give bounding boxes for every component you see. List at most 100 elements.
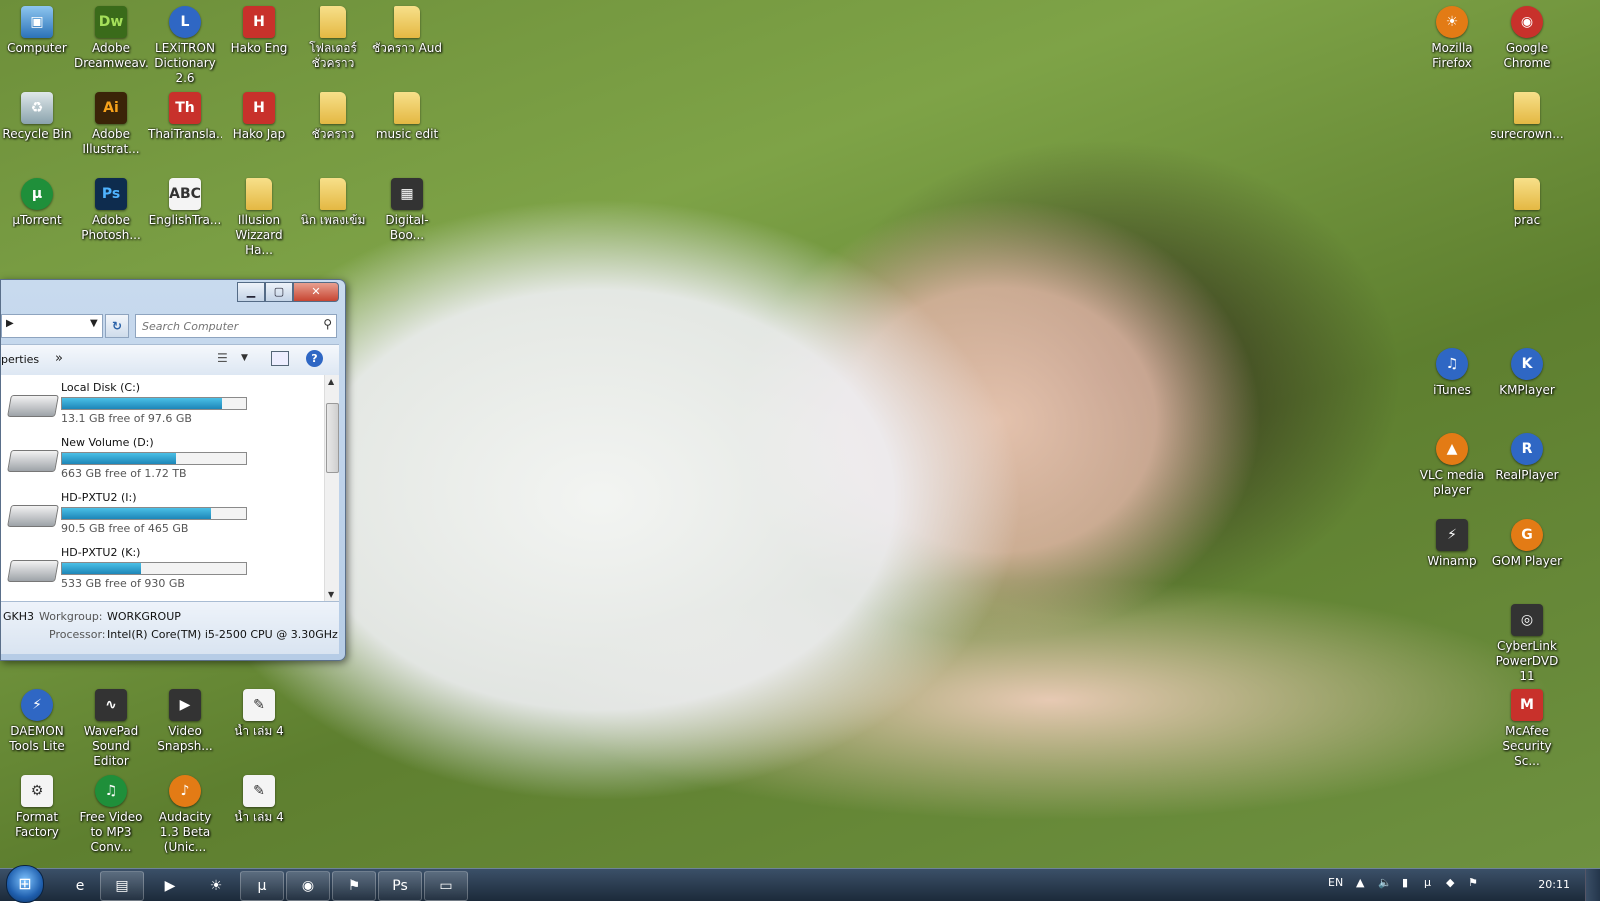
- preview-pane-icon[interactable]: [271, 351, 289, 366]
- clock[interactable]: 20:11: [1538, 878, 1570, 891]
- scrollbar-thumb[interactable]: [326, 403, 339, 473]
- language-app-icon[interactable]: ⚑: [332, 871, 376, 901]
- drive-usage-fill: [62, 453, 177, 464]
- maximize-button[interactable]: ▢: [265, 282, 293, 302]
- photoshop-icon[interactable]: Ps: [378, 871, 422, 901]
- chevron-down-icon[interactable]: ▼: [241, 353, 248, 363]
- app-tray-icon[interactable]: ◆: [1446, 876, 1454, 889]
- volume-icon[interactable]: 🔈: [1378, 876, 1392, 889]
- chrome-icon[interactable]: ◉: [286, 871, 330, 901]
- start-button[interactable]: ⊞: [6, 865, 44, 903]
- desktop-icon-folder-aud[interactable]: ชั่วคราว Aud: [370, 6, 444, 56]
- desktop-icon-photoshop[interactable]: Ps Adobe Photosh...: [74, 178, 148, 243]
- desktop-icon-illustrator[interactable]: Ai Adobe Illustrat...: [74, 92, 148, 157]
- utorrent-tray-icon[interactable]: µ: [1424, 876, 1431, 889]
- desktop-icon-video-snapshot[interactable]: ▶ Video Snapsh...: [148, 689, 222, 754]
- search-input[interactable]: [140, 317, 314, 336]
- desktop-icon-nam-lem4-b[interactable]: ✎ น้ำ เล่ม 4: [222, 775, 296, 825]
- properties-button[interactable]: perties: [1, 353, 39, 366]
- desktop-icon-itunes[interactable]: ♫ iTunes: [1415, 348, 1489, 398]
- desktop-icon-folder-thai1[interactable]: โฟลเดอร์ชั่วคราว: [296, 6, 370, 71]
- icon-label: VLC media player: [1419, 468, 1485, 497]
- drive-item[interactable]: HD-PXTU2 (K:) 533 GB free of 930 GB: [1, 540, 321, 595]
- media-player-icon[interactable]: ▶: [148, 871, 192, 901]
- desktop-icon-free-video[interactable]: ♫ Free Video to MP3 Conv...: [74, 775, 148, 855]
- chevron-down-icon[interactable]: ▼: [90, 318, 98, 329]
- desktop-icon-gom[interactable]: G GOM Player: [1490, 519, 1564, 569]
- more-commands-button[interactable]: »: [55, 351, 63, 366]
- desktop-icon-illusion[interactable]: Illusion Wizzard Ha...: [222, 178, 296, 258]
- minimize-button[interactable]: ▁: [237, 282, 265, 302]
- icon-label: Audacity 1.3 Beta (Unic...: [158, 810, 212, 854]
- desktop-icon-thaitranslator[interactable]: Th ThaiTransla...: [148, 92, 222, 142]
- desktop-icon-recycle-bin[interactable]: ♻ Recycle Bin: [0, 92, 74, 142]
- action-center-flag-icon[interactable]: ⚑: [1468, 876, 1478, 889]
- refresh-button[interactable]: ↻: [105, 314, 129, 338]
- network-icon[interactable]: ▮: [1402, 876, 1408, 889]
- desktop-icon-hako-eng[interactable]: H Hako Eng: [222, 6, 296, 56]
- drive-name: New Volume (D:): [61, 436, 154, 449]
- details-pane: GKH3 Workgroup: WORKGROUP Processor: Int…: [1, 601, 339, 654]
- desktop-icon-digital-book[interactable]: ▦ Digital-Boo...: [370, 178, 444, 243]
- desktop-icon-computer[interactable]: ▣ Computer: [0, 6, 74, 56]
- drive-usage-bar: [61, 562, 247, 575]
- desktop-icon-surecrown[interactable]: surecrown...: [1490, 92, 1564, 142]
- drive-item[interactable]: HD-PXTU2 (I:) 90.5 GB free of 465 GB: [1, 485, 321, 540]
- close-button[interactable]: ✕: [293, 282, 339, 302]
- desktop-icon-utorrent[interactable]: µ µTorrent: [0, 178, 74, 228]
- desktop-icon-folder-thai3[interactable]: นิก เพลงเข้ม: [296, 178, 370, 228]
- drive-item[interactable]: New Volume (D:) 663 GB free of 1.72 TB: [1, 430, 321, 485]
- workgroup-value: WORKGROUP: [107, 610, 181, 623]
- desktop-icon-lexitron[interactable]: L LEXiTRON Dictionary 2.6: [148, 6, 222, 86]
- desktop-icon-winamp[interactable]: ⚡ Winamp: [1415, 519, 1489, 569]
- firefox-icon[interactable]: ☀: [194, 871, 238, 901]
- language-indicator[interactable]: EN: [1328, 876, 1343, 889]
- desktop-icon-audacity[interactable]: ♪ Audacity 1.3 Beta (Unic...: [148, 775, 222, 855]
- help-icon[interactable]: ?: [306, 350, 323, 367]
- desktop-icon-firefox[interactable]: ☀ Mozilla Firefox: [1415, 6, 1489, 71]
- notepad-icon[interactable]: ▭: [424, 871, 468, 901]
- desktop-icon-vlc[interactable]: ▲ VLC media player: [1415, 433, 1489, 498]
- show-desktop-button[interactable]: [1585, 869, 1600, 901]
- desktop-icon-nam-lem4-a[interactable]: ✎ น้ำ เล่ม 4: [222, 689, 296, 739]
- desktop-icon-kmplayer[interactable]: K KMPlayer: [1490, 348, 1564, 398]
- scroll-up-icon[interactable]: ▲: [328, 377, 334, 386]
- icon-label: LEXiTRON Dictionary 2.6: [154, 41, 216, 85]
- icon-label: Video Snapsh...: [157, 724, 213, 753]
- icon-label: น้ำ เล่ม 4: [234, 724, 284, 738]
- explorer-window[interactable]: ▁ ▢ ✕ ▶ ▼ ↻ ⚲ perties » ☰ ▼ ?: [0, 279, 346, 661]
- utorrent-icon[interactable]: µ: [240, 871, 284, 901]
- dreamweaver-icon: Dw: [95, 6, 127, 38]
- desktop-icon-wavepad[interactable]: ∿ WavePad Sound Editor: [74, 689, 148, 769]
- breadcrumb-arrow-icon[interactable]: ▶: [6, 318, 14, 329]
- desktop-icon-powerdvd[interactable]: ◎ CyberLink PowerDVD 11: [1490, 604, 1564, 684]
- hard-drive-icon: [7, 560, 59, 582]
- desktop-icon-folder-thai2[interactable]: ชั่วคราว: [296, 92, 370, 142]
- icon-label: GOM Player: [1491, 554, 1563, 568]
- desktop-icon-englishtra[interactable]: ABC EnglishTra...: [148, 178, 222, 228]
- illustrator-icon: Ai: [95, 92, 127, 124]
- desktop-icon-prac[interactable]: prac: [1490, 178, 1564, 228]
- change-view-icon[interactable]: ☰: [217, 351, 228, 365]
- address-bar[interactable]: ▶ ▼: [1, 314, 103, 338]
- vertical-scrollbar[interactable]: ▲ ▼: [324, 375, 339, 601]
- desktop-icon-mcafee[interactable]: M McAfee Security Sc...: [1490, 689, 1564, 769]
- computer-icon: ▣: [21, 6, 53, 38]
- desktop-icon-chrome[interactable]: ◉ Google Chrome: [1490, 6, 1564, 71]
- image-file-icon: ▦: [391, 178, 423, 210]
- hard-drive-icon: [7, 395, 59, 417]
- desktop-icon-hako-jap[interactable]: H Hako Jap: [222, 92, 296, 142]
- englishtra-icon: ABC: [169, 178, 201, 210]
- desktop-icon-realplayer[interactable]: R RealPlayer: [1490, 433, 1564, 483]
- internet-explorer-icon[interactable]: e: [58, 871, 102, 901]
- desktop-icon-dreamweaver[interactable]: Dw Adobe Dreamweav...: [74, 6, 148, 71]
- desktop-icon-music-edit[interactable]: music edit: [370, 92, 444, 142]
- drive-item[interactable]: Local Disk (C:) 13.1 GB free of 97.6 GB: [1, 375, 321, 430]
- scroll-down-icon[interactable]: ▼: [328, 590, 334, 599]
- search-box[interactable]: ⚲: [135, 314, 337, 338]
- desktop-icon-daemon[interactable]: ⚡ DAEMON Tools Lite: [0, 689, 74, 754]
- desktop-icon-format-factory[interactable]: ⚙ Format Factory: [0, 775, 74, 840]
- show-hidden-icons-icon[interactable]: ▲: [1356, 876, 1364, 889]
- search-icon[interactable]: ⚲: [323, 317, 332, 331]
- explorer-taskbar-button[interactable]: ▤: [100, 871, 144, 901]
